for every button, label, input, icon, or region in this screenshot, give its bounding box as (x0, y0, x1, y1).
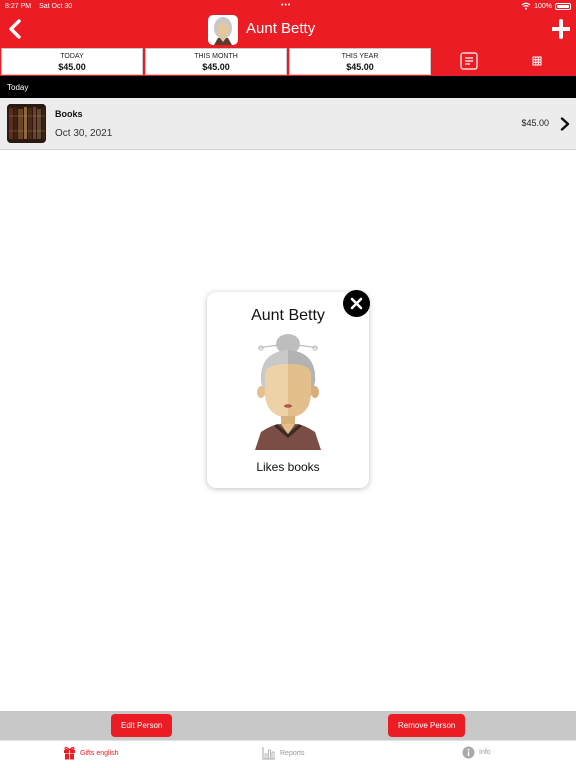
summary-month-label: THIS MONTH (194, 53, 238, 60)
info-icon (462, 746, 475, 759)
close-icon (350, 297, 363, 310)
navigation-bar: Aunt Betty (0, 12, 576, 46)
tab-gifts-label: Gifts english (80, 749, 119, 757)
tab-reports[interactable]: Reports (262, 746, 305, 760)
gift-title: Books (55, 109, 83, 119)
chevron-right-icon (560, 117, 570, 131)
bar-chart-icon (262, 747, 275, 760)
summary-bar: TODAY $45.00 THIS MONTH $45.00 THIS YEAR… (0, 46, 576, 76)
multitasking-dots-icon[interactable]: ••• (281, 2, 291, 9)
gift-list-item[interactable]: Books Oct 30, 2021 $45.00 (0, 98, 576, 150)
status-right-group: 100% (521, 2, 571, 10)
gift-date: Oct 30, 2021 (55, 128, 113, 139)
person-avatar-thumbnail (208, 15, 238, 45)
section-header-today: Today (0, 76, 576, 98)
gift-amount: $45.00 (521, 118, 549, 128)
tab-bar: Gifts english Reports Info (0, 740, 576, 768)
summary-today-value: $45.00 (58, 62, 86, 72)
tab-info[interactable]: Info (462, 746, 491, 759)
person-popup-card: Aunt Betty Likes books (207, 292, 369, 488)
edit-person-button[interactable]: Edit Person (111, 714, 173, 737)
summary-year: THIS YEAR $45.00 (289, 48, 431, 75)
grandmother-avatar-icon (255, 334, 321, 450)
battery-icon (555, 2, 571, 10)
books-thumbnail (7, 104, 46, 143)
grid-view-icon[interactable] (528, 52, 546, 70)
grandmother-avatar-icon (214, 17, 232, 45)
tab-reports-label: Reports (280, 749, 305, 757)
list-view-icon[interactable] (460, 52, 478, 70)
battery-percent: 100% (534, 2, 552, 10)
close-popup-button[interactable] (343, 290, 370, 317)
popup-person-note: Likes books (256, 460, 320, 474)
summary-year-label: THIS YEAR (341, 53, 379, 60)
summary-year-value: $45.00 (346, 62, 374, 72)
nav-title: Aunt Betty (246, 20, 316, 37)
books-image (7, 104, 46, 143)
gift-icon (64, 746, 75, 760)
action-bar: Edit Person Remove Person (0, 711, 576, 740)
plus-icon[interactable] (552, 19, 570, 39)
status-date: Sat Oct 30 (39, 2, 73, 10)
tab-gifts[interactable]: Gifts english (63, 746, 119, 760)
back-chevron-icon[interactable] (6, 19, 24, 39)
status-bar: 8:27 PM Sat Oct 30 ••• 100% (0, 0, 576, 12)
status-time: 8:27 PM (5, 2, 32, 10)
remove-person-button[interactable]: Remove Person (388, 714, 466, 737)
wifi-icon (521, 2, 531, 10)
tab-info-label: Info (479, 749, 491, 756)
summary-month-value: $45.00 (202, 62, 230, 72)
summary-month: THIS MONTH $45.00 (145, 48, 287, 75)
summary-today: TODAY $45.00 (1, 48, 143, 75)
summary-today-label: TODAY (60, 53, 84, 60)
